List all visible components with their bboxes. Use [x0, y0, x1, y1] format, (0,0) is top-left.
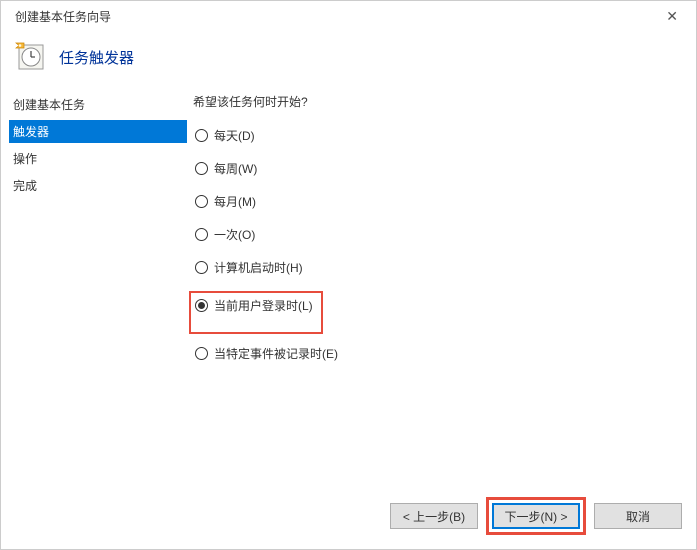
cancel-button[interactable]: 取消	[594, 503, 682, 529]
radio-label: 当特定事件被记录时(E)	[214, 345, 338, 362]
next-button[interactable]: 下一步(N) >	[492, 503, 580, 529]
window-title: 创建基本任务向导	[11, 8, 111, 25]
next-button-highlight: 下一步(N) >	[486, 497, 586, 535]
titlebar: 创建基本任务向导 ✕	[1, 1, 696, 31]
radio-label: 每天(D)	[214, 127, 255, 144]
sidebar-step-0[interactable]: 创建基本任务	[9, 93, 187, 116]
main-panel: 希望该任务何时开始? 每天(D) 每周(W) 每月(M) 一次(O) 计算机启动时(H)…	[187, 93, 688, 377]
radio-icon	[195, 162, 208, 175]
radio-icon	[195, 228, 208, 241]
trigger-option-2[interactable]: 每月(M)	[193, 192, 688, 211]
wizard-step-title: 任务触发器	[59, 47, 134, 68]
radio-label: 当前用户登录时(L)	[214, 297, 313, 314]
radio-icon	[195, 299, 208, 312]
radio-icon	[195, 261, 208, 274]
option-highlight: 当前用户登录时(L)	[189, 291, 323, 334]
radio-label: 每周(W)	[214, 160, 257, 177]
wizard-steps-sidebar: 创建基本任务触发器操作完成	[9, 93, 187, 377]
trigger-option-5[interactable]: 当前用户登录时(L)	[193, 296, 315, 315]
radio-icon	[195, 129, 208, 142]
sidebar-step-2[interactable]: 操作	[9, 147, 187, 170]
sidebar-step-1[interactable]: 触发器	[9, 120, 187, 143]
trigger-option-1[interactable]: 每周(W)	[193, 159, 688, 178]
wizard-buttons: < 上一步(B) 下一步(N) > 取消	[390, 497, 682, 535]
trigger-option-0[interactable]: 每天(D)	[193, 126, 688, 145]
close-icon[interactable]: ✕	[658, 4, 686, 29]
radio-label: 每月(M)	[214, 193, 256, 210]
trigger-question: 希望该任务何时开始?	[193, 93, 688, 110]
sidebar-step-3[interactable]: 完成	[9, 174, 187, 197]
clock-icon	[15, 41, 47, 73]
trigger-option-3[interactable]: 一次(O)	[193, 225, 688, 244]
trigger-option-6[interactable]: 当特定事件被记录时(E)	[193, 344, 688, 363]
radio-label: 一次(O)	[214, 226, 255, 243]
radio-icon	[195, 195, 208, 208]
radio-label: 计算机启动时(H)	[214, 259, 303, 276]
radio-icon	[195, 347, 208, 360]
content-area: 创建基本任务触发器操作完成 希望该任务何时开始? 每天(D) 每周(W) 每月(M)…	[1, 93, 696, 377]
trigger-options: 每天(D) 每周(W) 每月(M) 一次(O) 计算机启动时(H) 当前用户登录时(L) 当…	[193, 126, 688, 363]
back-button[interactable]: < 上一步(B)	[390, 503, 478, 529]
wizard-header: 任务触发器	[1, 31, 696, 93]
trigger-option-4[interactable]: 计算机启动时(H)	[193, 258, 688, 277]
